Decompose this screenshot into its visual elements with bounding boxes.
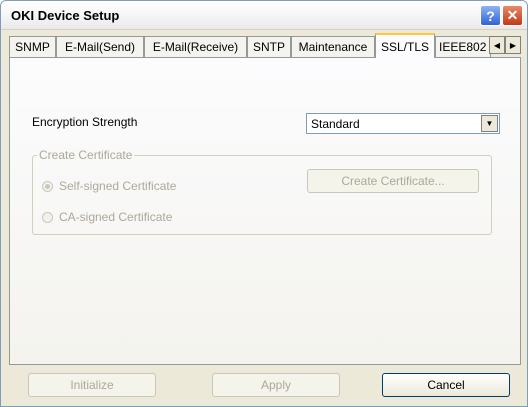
tab-label: E-Mail(Send)	[64, 40, 136, 54]
apply-button-label: Apply	[260, 378, 292, 392]
initialize-button[interactable]: Initialize	[28, 373, 156, 397]
tab-label: SNTP	[252, 40, 285, 54]
help-icon: ?	[486, 7, 495, 24]
tab-sntp[interactable]: SNTP	[247, 36, 291, 57]
title-bar[interactable]: OKI Device Setup ? ✕	[1, 1, 527, 30]
create-certificate-group-label: Create Certificate	[37, 148, 135, 162]
ssl-tls-panel: Encryption Strength Standard ▼ Create Ce…	[9, 57, 521, 365]
create-certificate-button[interactable]: Create Certificate...	[307, 169, 479, 193]
tab-label: SNMP	[15, 40, 50, 54]
create-certificate-group: Create Certificate Self-signed Certifica…	[32, 148, 492, 235]
window-title: OKI Device Setup	[11, 8, 120, 23]
self-signed-label: Self-signed Certificate	[59, 179, 177, 193]
dialog-window: OKI Device Setup ? ✕ SNMP E-Mail(Send) E…	[0, 0, 528, 407]
chevron-down-icon[interactable]: ▼	[481, 115, 498, 132]
arrow-right-icon: ▶	[509, 40, 517, 50]
tab-ieee802[interactable]: IEEE802	[435, 36, 491, 57]
tab-strip: SNMP E-Mail(Send) E-Mail(Receive) SNTP M…	[9, 33, 521, 58]
tab-label: Maintenance	[298, 40, 368, 54]
cancel-button[interactable]: Cancel	[382, 373, 510, 397]
radio-selected-dot	[45, 183, 50, 189]
tab-scroll-left-button[interactable]: ◀	[489, 36, 505, 54]
ca-signed-radio-row[interactable]: CA-signed Certificate	[42, 210, 172, 224]
tab-label: SSL/TLS	[380, 39, 430, 54]
cancel-button-label: Cancel	[427, 378, 465, 392]
tab-email-send[interactable]: E-Mail(Send)	[56, 36, 144, 57]
apply-button[interactable]: Apply	[212, 373, 340, 397]
create-certificate-button-label: Create Certificate...	[341, 174, 445, 188]
self-signed-radio[interactable]	[42, 180, 53, 192]
encryption-strength-select[interactable]: Standard ▼	[306, 113, 500, 134]
self-signed-radio-row[interactable]: Self-signed Certificate	[42, 179, 176, 193]
tab-ssl-tls[interactable]: SSL/TLS	[375, 33, 435, 58]
tab-label: E-Mail(Receive)	[152, 40, 239, 54]
initialize-button-label: Initialize	[70, 378, 114, 392]
encryption-strength-label: Encryption Strength	[32, 115, 138, 129]
tab-scroll-right-button[interactable]: ▶	[505, 36, 521, 54]
ca-signed-label: CA-signed Certificate	[59, 210, 173, 224]
arrow-left-icon: ◀	[493, 40, 501, 50]
help-button[interactable]: ?	[480, 5, 501, 26]
ca-signed-radio[interactable]	[42, 211, 53, 223]
dropdown-arrow-glyph: ▼	[485, 119, 494, 128]
close-button[interactable]: ✕	[502, 5, 523, 26]
encryption-strength-value: Standard	[311, 117, 360, 131]
tab-label: IEEE802	[439, 40, 487, 54]
tab-maintenance[interactable]: Maintenance	[291, 36, 375, 57]
tab-snmp[interactable]: SNMP	[9, 36, 56, 57]
tab-email-receive[interactable]: E-Mail(Receive)	[144, 36, 247, 57]
close-icon: ✕	[506, 7, 519, 23]
